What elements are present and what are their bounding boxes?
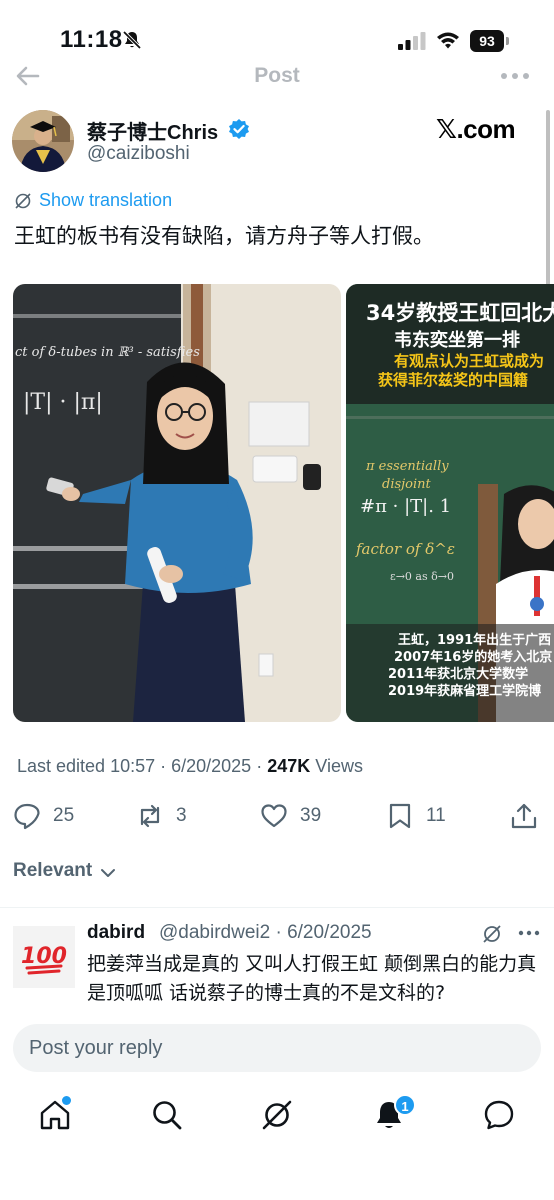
author-handle[interactable]: @caiziboshi [87, 143, 190, 165]
news-caption-1: 王虹，1991年出生于广西 [398, 632, 551, 648]
verified-badge-icon [229, 119, 249, 139]
more-horizontal-icon[interactable] [518, 928, 540, 938]
post-meta: Last edited 10:57 · 6/20/2025 · 247K Vie… [17, 756, 363, 777]
show-translation-label[interactable]: Show translation [39, 190, 172, 211]
notifications-badge: 1 [394, 1094, 416, 1116]
board-green-3: #π · |T|. 1 [360, 496, 451, 517]
media-photo-1[interactable]: ct of δ-tubes in ℝ³ - satisfies |T| · |π… [13, 284, 341, 722]
grok-icon [262, 1100, 292, 1130]
board-green-2: disjoint [382, 477, 432, 492]
x-com-logo: 𝕏.com [436, 114, 516, 144]
board-green-1: π essentially [365, 459, 449, 474]
status-time: 11:18 [60, 26, 123, 53]
media-carousel[interactable]: ct of δ-tubes in ℝ³ - satisfies |T| · |π… [13, 284, 554, 722]
wifi-icon [437, 32, 459, 49]
avatar-image [12, 110, 74, 172]
chevron-down-icon[interactable] [100, 866, 116, 880]
grok-icon [15, 193, 31, 209]
author-name[interactable]: 蔡子博士Chris [87, 116, 218, 145]
news-caption-4: 2019年获麻省理工学院博 [388, 683, 541, 699]
board-green-4: factor of δ^ε [355, 540, 455, 558]
news-caption-2: 2007年16岁的她考入北京 [394, 649, 552, 665]
share-icon [511, 803, 537, 829]
reply-text: 把姜萍当成是真的 又叫人打假王虹 颠倒黑白的能力真是顶呱呱 话说蔡子的博士真的不… [87, 953, 537, 1004]
battery-icon: 93 [470, 30, 510, 52]
battery-tip [506, 37, 509, 45]
post-actions: 25 3 39 11 [0, 796, 554, 836]
news-subline-1: 有观点认为王虹或成为 [394, 352, 544, 370]
board-text-2: |T| · |π| [23, 390, 103, 415]
media-photo-2[interactable]: 34岁教授王虹回北大 韦东奕坐第一排 有观点认为王虹或成为 获得菲尔兹奖的中国籍… [346, 284, 554, 722]
bookmark-icon [389, 803, 411, 829]
bottom-tab-bar: 1 [0, 1090, 554, 1150]
edited-timestamp[interactable]: Last edited 10:57 · 6/20/2025 [17, 756, 251, 776]
board-text-1: ct of δ-tubes in ℝ³ - satisfies [15, 345, 200, 360]
repost-count: 3 [176, 805, 187, 826]
reply-handle-date[interactable]: @dabirdwei2 · 6/20/2025 [159, 922, 372, 944]
news-subline-2: 获得菲尔兹奖的中国籍 [378, 371, 528, 389]
heart-icon [261, 804, 287, 828]
battery-level: 93 [470, 30, 504, 52]
bookmark-count: 11 [426, 805, 446, 826]
reply-input[interactable] [29, 1032, 519, 1064]
views-label: Views [315, 756, 363, 776]
reply-composer[interactable] [13, 1024, 541, 1072]
meta-separator: · [256, 756, 263, 776]
home-notification-dot [62, 1096, 71, 1105]
signal-icon [398, 32, 426, 50]
page-title: Post [254, 64, 300, 87]
repost-icon [140, 804, 160, 828]
news-headline-2: 韦东奕坐第一排 [394, 329, 520, 351]
reply-avatar[interactable]: 100 [13, 926, 75, 988]
like-count: 39 [300, 805, 322, 826]
scroll-indicator [546, 110, 550, 288]
avatar[interactable] [12, 110, 74, 172]
photo-news-screenshot: 34岁教授王虹回北大 韦东奕坐第一排 有观点认为王虹或成为 获得菲尔兹奖的中国籍… [346, 284, 554, 722]
hundred-points-icon: 100 [13, 926, 75, 988]
reply-count: 25 [53, 805, 75, 826]
tab-messages[interactable] [482, 1098, 516, 1132]
nav-bar: Post [0, 56, 554, 96]
board-green-5: ε→0 as δ→0 [390, 570, 454, 583]
messages-icon [484, 1100, 514, 1130]
post-author: 蔡子博士Chris @caiziboshi 𝕏.com [0, 108, 554, 178]
more-horizontal-icon[interactable] [500, 66, 530, 86]
reply-item[interactable]: 100 dabird @dabirdwei2 · 6/20/2025 把姜萍当成… [0, 914, 554, 1014]
post-text: 王虹的板书有没有缺陷，请方舟子等人打假。 [14, 224, 434, 248]
sort-replies-label[interactable]: Relevant [13, 860, 92, 882]
bell-slash-icon [122, 30, 142, 50]
news-caption-3: 2011年获北京大学数学 [388, 666, 528, 682]
news-headline-1: 34岁教授王虹回北大 [366, 301, 554, 325]
tab-grok[interactable] [260, 1098, 294, 1132]
divider [0, 907, 554, 908]
views-count: 247K [267, 756, 311, 776]
tab-search[interactable] [150, 1098, 184, 1132]
search-icon [153, 1101, 182, 1130]
reply-author[interactable]: dabird [87, 922, 145, 944]
grok-icon[interactable] [482, 924, 502, 944]
photo-woman-at-chalkboard: ct of δ-tubes in ℝ³ - satisfies |T| · |π… [13, 284, 341, 722]
status-bar: 11:18 93 [0, 0, 554, 60]
reply-icon [14, 803, 40, 830]
